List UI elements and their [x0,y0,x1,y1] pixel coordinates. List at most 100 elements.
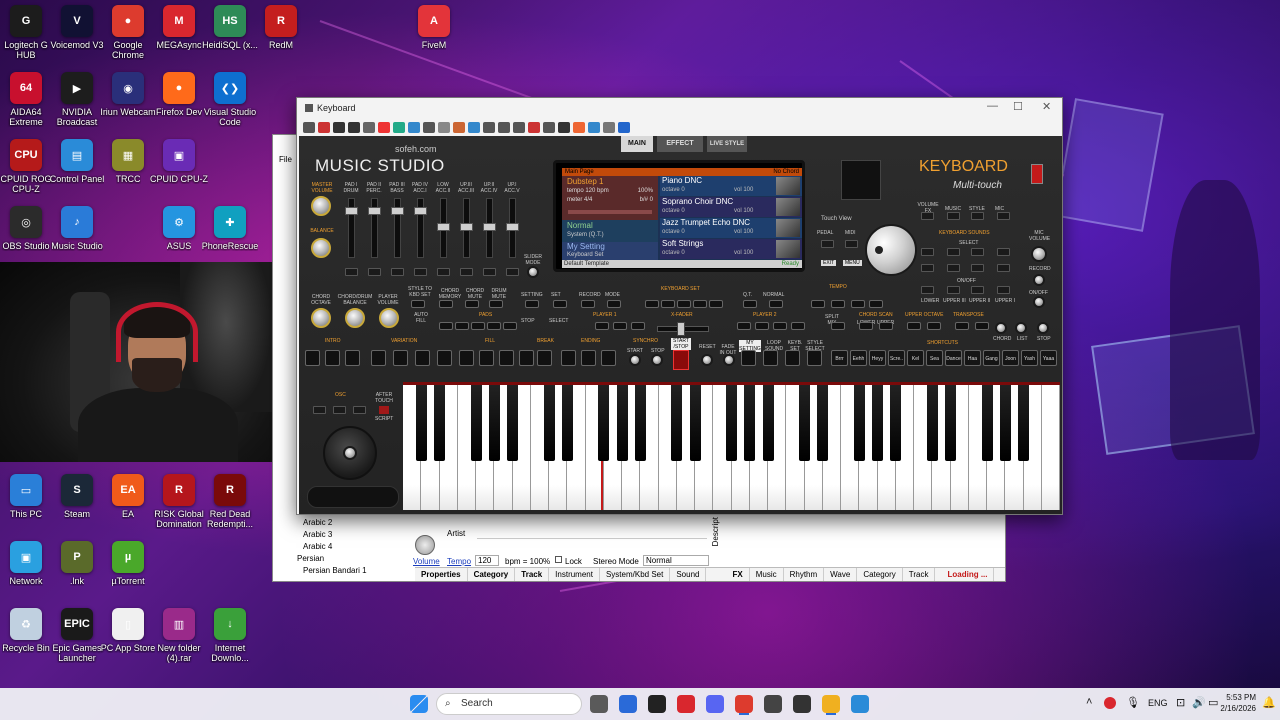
qt-normal-button[interactable] [743,300,757,308]
black-key[interactable] [817,385,829,461]
sound-select-button[interactable] [971,264,984,272]
bottom-tab[interactable]: Instrument [549,568,600,581]
bottom-tab[interactable]: Track [515,568,550,581]
toolbar-button-icon[interactable] [348,121,360,133]
toolbar-button-icon[interactable] [573,121,585,133]
function-button[interactable] [553,300,567,308]
slider-thumb[interactable] [506,223,519,231]
master-volume-knob[interactable] [311,196,331,216]
style-function-button[interactable] [807,350,822,366]
black-key[interactable] [488,385,500,461]
fill-button[interactable] [459,350,474,366]
intro-button[interactable] [325,350,340,366]
slider-thumb[interactable] [368,207,381,215]
shortcut-button[interactable]: Sea [926,350,943,366]
bottom-tab[interactable]: Track [903,568,936,581]
slider-thumb[interactable] [437,223,450,231]
function-button[interactable] [465,300,479,308]
slider-mute-button[interactable] [391,268,404,276]
pedal-midi-button[interactable] [821,240,834,248]
taskbar-app-icon[interactable] [677,695,695,713]
black-key[interactable] [598,385,610,461]
player-volume-knob[interactable] [379,308,399,328]
keyboard-set-button[interactable] [677,300,691,308]
lcd-screen[interactable]: Main Page No Chord Dubstep 1 tempo 120 b… [553,160,805,272]
shortcut-button[interactable]: Heyy [869,350,886,366]
sound-select-button[interactable] [947,286,960,294]
desktop-icon[interactable]: ▣ CPUID CPU-Z [149,139,209,184]
toolbar-button-icon[interactable] [303,121,315,133]
slider-mute-button[interactable] [483,268,496,276]
chord-knob[interactable] [995,322,1007,334]
black-key[interactable] [799,385,810,461]
tray-mega-icon[interactable] [1104,697,1116,709]
black-key[interactable] [853,385,865,461]
variation-button[interactable] [415,350,430,366]
function-button[interactable] [525,300,539,308]
split-mix-button[interactable] [831,322,845,330]
shortcut-button[interactable]: Haa [964,350,981,366]
piano-keyboard[interactable] [403,382,1060,510]
mixer-slider[interactable] [506,198,519,258]
upper-octave-button[interactable] [927,322,941,330]
bottom-tab[interactable]: Category [468,568,516,581]
shortcut-button[interactable]: Kel [907,350,924,366]
tray-network-icon[interactable]: ⊡ [1176,696,1185,709]
style-function-button[interactable] [741,350,756,366]
toolbar-button-icon[interactable] [333,121,345,133]
keyboard-window[interactable]: Keyboard — ☐ ✕ MAIN EFFECT LIVE STYLE so… [296,97,1063,515]
toolbar-button-icon[interactable] [543,121,555,133]
black-key[interactable] [762,385,774,461]
desktop-icon[interactable]: ♪ Music Studio [47,206,107,251]
minimize-button[interactable]: — [987,100,998,112]
sound-select-button[interactable] [971,286,984,294]
chord-scan-button[interactable] [879,322,893,330]
lcd-mode-block[interactable]: Normal System (Q.T.) [562,220,658,242]
black-key[interactable] [470,385,482,461]
black-key[interactable] [689,385,701,461]
desktop-icon[interactable]: ↓ Internet Downlo... [200,608,260,663]
sound-select-button[interactable] [997,286,1010,294]
transpose-button[interactable] [955,322,969,330]
toolbar-button-icon[interactable] [528,121,540,133]
black-key[interactable] [945,385,956,461]
sound-select-button[interactable] [947,248,960,256]
joystick-handle[interactable] [343,446,357,460]
start-button[interactable] [410,695,428,713]
sound-select-button[interactable] [947,212,960,220]
keyboard-set-button[interactable] [645,300,659,308]
fill-button[interactable] [479,350,494,366]
bottom-tab[interactable]: Properties [415,568,468,581]
desktop-icon[interactable]: ✚ PhoneRescue [200,206,260,251]
mic-volume-knob[interactable] [1031,246,1047,262]
sound-select-button[interactable] [997,212,1010,220]
lcd-setting-block[interactable]: My Setting Keyboard Set [562,242,658,260]
chord-octave-knob[interactable] [311,308,331,328]
sound-select-button[interactable] [997,264,1010,272]
ending-button[interactable] [561,350,576,366]
variation-button[interactable] [393,350,408,366]
desktop-icon[interactable]: R Red Dead Redempti... [200,474,260,529]
toolbar-button-icon[interactable] [513,121,525,133]
toolbar-button-icon[interactable] [363,121,375,133]
slider-mute-button[interactable] [414,268,427,276]
osc-button-3[interactable] [353,406,366,414]
function-button[interactable] [607,300,621,308]
keyboard-titlebar[interactable]: Keyboard [297,98,1062,118]
pitch-wheel[interactable] [307,486,399,508]
tempo-button[interactable] [869,300,883,308]
start-knob[interactable] [629,354,641,366]
pad-button[interactable] [439,322,453,330]
tab-main[interactable]: MAIN [621,136,653,152]
tab-effect[interactable]: EFFECT [657,136,703,152]
slider-mute-button[interactable] [460,268,473,276]
black-key[interactable] [981,385,993,461]
taskbar-app-icon[interactable] [764,695,782,713]
black-key[interactable] [726,385,737,461]
list-knob[interactable] [1015,322,1027,334]
keyboard-set-button[interactable] [661,300,675,308]
taskbar-app-icon[interactable] [735,695,753,713]
balance-knob[interactable] [311,238,331,258]
black-key[interactable] [999,385,1011,461]
maximize-button[interactable]: ☐ [1013,100,1023,113]
